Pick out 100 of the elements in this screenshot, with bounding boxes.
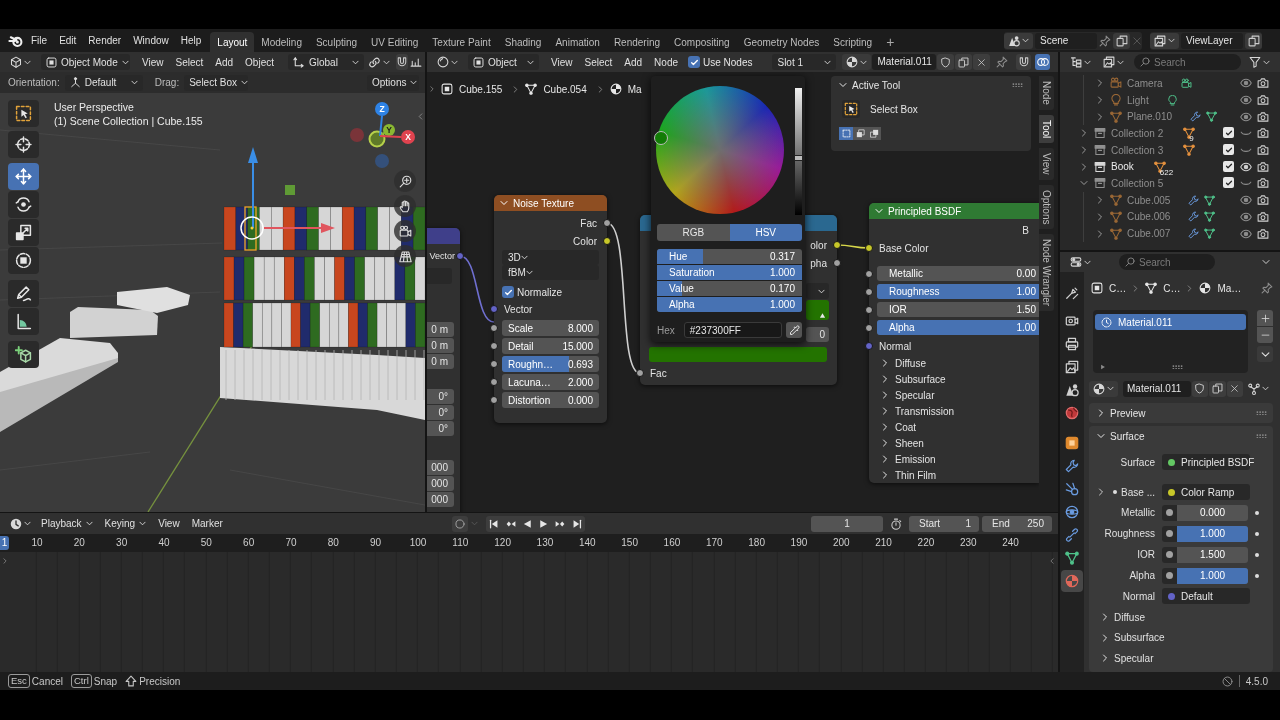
menu-item[interactable]: Render: [82, 31, 128, 50]
menu-item[interactable]: Add: [209, 54, 240, 70]
slider-field[interactable]: Alpha 1.00: [877, 320, 1039, 335]
duplicate-button[interactable]: [955, 54, 973, 70]
search-field[interactable]: Search: [1134, 54, 1241, 70]
workspace-tab[interactable]: Sculpting: [308, 32, 365, 52]
tool-button[interactable]: [8, 341, 39, 368]
material-name-field[interactable]: Material.011: [1123, 380, 1191, 397]
scene-browse-button[interactable]: [1004, 32, 1033, 49]
input-socket-icon[interactable]: [490, 396, 498, 404]
workspace-tab[interactable]: Layout: [210, 32, 255, 52]
camera-icon[interactable]: [1257, 227, 1269, 240]
tree-item-label[interactable]: Cube.005: [1127, 194, 1171, 206]
selection-mode-button[interactable]: [839, 127, 853, 140]
camera-icon[interactable]: [1257, 194, 1269, 207]
current-frame-indicator[interactable]: 1: [0, 536, 9, 550]
stopwatch-icon[interactable]: [890, 517, 902, 530]
tree-item-label[interactable]: Cube.007: [1127, 228, 1171, 240]
eye-icon[interactable]: [1240, 210, 1252, 223]
material-slot[interactable]: Material.011: [1095, 314, 1246, 330]
subpanel-header[interactable]: Emission: [869, 451, 1039, 467]
workspace-tab[interactable]: Modeling: [254, 32, 309, 52]
number-field[interactable]: 0°: [427, 421, 454, 436]
eye-icon[interactable]: [1240, 94, 1252, 107]
subpanel-header[interactable]: Coat: [869, 419, 1039, 435]
search-field[interactable]: Search: [1119, 254, 1215, 270]
eye-icon[interactable]: [1240, 110, 1252, 123]
subpanel-header[interactable]: Sheen: [869, 435, 1039, 451]
scene-name-field[interactable]: Scene: [1035, 32, 1097, 49]
socket-button[interactable]: [1162, 567, 1177, 584]
number-field[interactable]: Detail 15.000: [502, 338, 599, 354]
exclude-checkbox[interactable]: [1223, 160, 1234, 172]
grip-dots-icon[interactable]: [1012, 82, 1023, 88]
slider-field[interactable]: 1.000: [1177, 567, 1248, 584]
slot-dropdown[interactable]: Slot 1: [772, 54, 837, 70]
duplicate-button[interactable]: [1209, 380, 1226, 397]
current-frame-field[interactable]: 1: [811, 515, 883, 532]
drag-dropdown[interactable]: Select Box: [184, 74, 249, 91]
slot-specials-button[interactable]: [1257, 346, 1273, 362]
grip-dots-icon[interactable]: [1172, 364, 1183, 370]
number-field[interactable]: 0°: [427, 405, 454, 420]
subpanel-header[interactable]: Subsurface: [869, 371, 1039, 387]
number-field[interactable]: Metallic 0.00: [877, 266, 1039, 281]
subpanel-header[interactable]: Diffuse: [869, 355, 1039, 371]
add-slot-button[interactable]: [1257, 310, 1273, 326]
tool-button[interactable]: [8, 191, 39, 218]
closed-eye-icon[interactable]: [1240, 147, 1252, 153]
socket-link-field[interactable]: Default: [1162, 588, 1250, 605]
camera-icon[interactable]: [1257, 94, 1269, 107]
overlay-toggle[interactable]: [1035, 54, 1050, 70]
use-nodes-checkbox[interactable]: [688, 56, 700, 68]
output-socket-icon[interactable]: [603, 237, 611, 245]
tree-item-label[interactable]: Cube.006: [1127, 211, 1171, 223]
unlink-button[interactable]: [973, 54, 991, 70]
dropdown[interactable]: 3D: [502, 250, 599, 265]
app-logo-icon[interactable]: [8, 33, 23, 48]
panel-header[interactable]: Preview: [1089, 403, 1273, 423]
keyframe-dot-icon[interactable]: [1255, 510, 1259, 515]
input-socket-icon[interactable]: [490, 324, 498, 332]
subpanel-header[interactable]: Thin Film: [869, 467, 1039, 483]
input-socket-icon[interactable]: [490, 305, 498, 313]
closed-eye-icon[interactable]: [1240, 181, 1252, 186]
tree-item-label[interactable]: Camera: [1127, 77, 1163, 89]
sidebar-tab[interactable]: View: [1039, 148, 1054, 180]
number-field[interactable]: Distortion 0.000: [502, 392, 599, 408]
tree-item-label[interactable]: Collection 3: [1111, 144, 1164, 156]
start-frame-field[interactable]: Start 1: [909, 515, 979, 532]
output-socket-icon[interactable]: [833, 259, 841, 267]
remove-slot-button[interactable]: [1257, 327, 1273, 343]
eye-icon[interactable]: [1240, 194, 1252, 207]
tool-button[interactable]: [8, 219, 39, 246]
panel-header[interactable]: Surface: [1089, 426, 1273, 446]
exclude-checkbox[interactable]: [1223, 127, 1234, 139]
cursor-ring-icon[interactable]: [654, 131, 669, 146]
subpanel-header[interactable]: Diffuse: [1089, 609, 1145, 626]
number-field[interactable]: IOR 1.50: [877, 302, 1039, 317]
material-browse-button[interactable]: [1089, 380, 1118, 397]
value-slider-track[interactable]: [795, 88, 802, 215]
camera-icon[interactable]: [1257, 210, 1269, 223]
subpanel-header[interactable]: Transmission: [869, 403, 1039, 419]
socket-link-field[interactable]: Color Ramp: [1162, 484, 1250, 500]
menu-item[interactable]: File: [25, 31, 54, 50]
add-workspace-button[interactable]: +: [879, 32, 902, 52]
number-field[interactable]: 0°: [427, 389, 454, 404]
input-socket-icon[interactable]: [865, 342, 873, 350]
fake-user-button[interactable]: [1191, 380, 1209, 397]
keyframe-dot-icon[interactable]: [1255, 531, 1259, 536]
stop-marker-icon[interactable]: [819, 312, 826, 319]
camera-icon[interactable]: [1257, 110, 1269, 123]
options-dropdown[interactable]: Options: [367, 74, 419, 91]
pin-icon[interactable]: [1099, 34, 1111, 47]
menu-item[interactable]: Select: [169, 54, 210, 70]
input-socket-icon[interactable]: [490, 378, 498, 386]
number-field[interactable]: 000: [427, 460, 454, 475]
menu-item[interactable]: Add: [618, 54, 649, 70]
hex-field[interactable]: #237300FF: [683, 322, 783, 338]
end-frame-field[interactable]: End 250: [982, 515, 1052, 532]
exclude-checkbox[interactable]: [1223, 144, 1234, 156]
menu-item[interactable]: View: [545, 54, 579, 70]
material-browse-button[interactable]: [842, 54, 872, 70]
